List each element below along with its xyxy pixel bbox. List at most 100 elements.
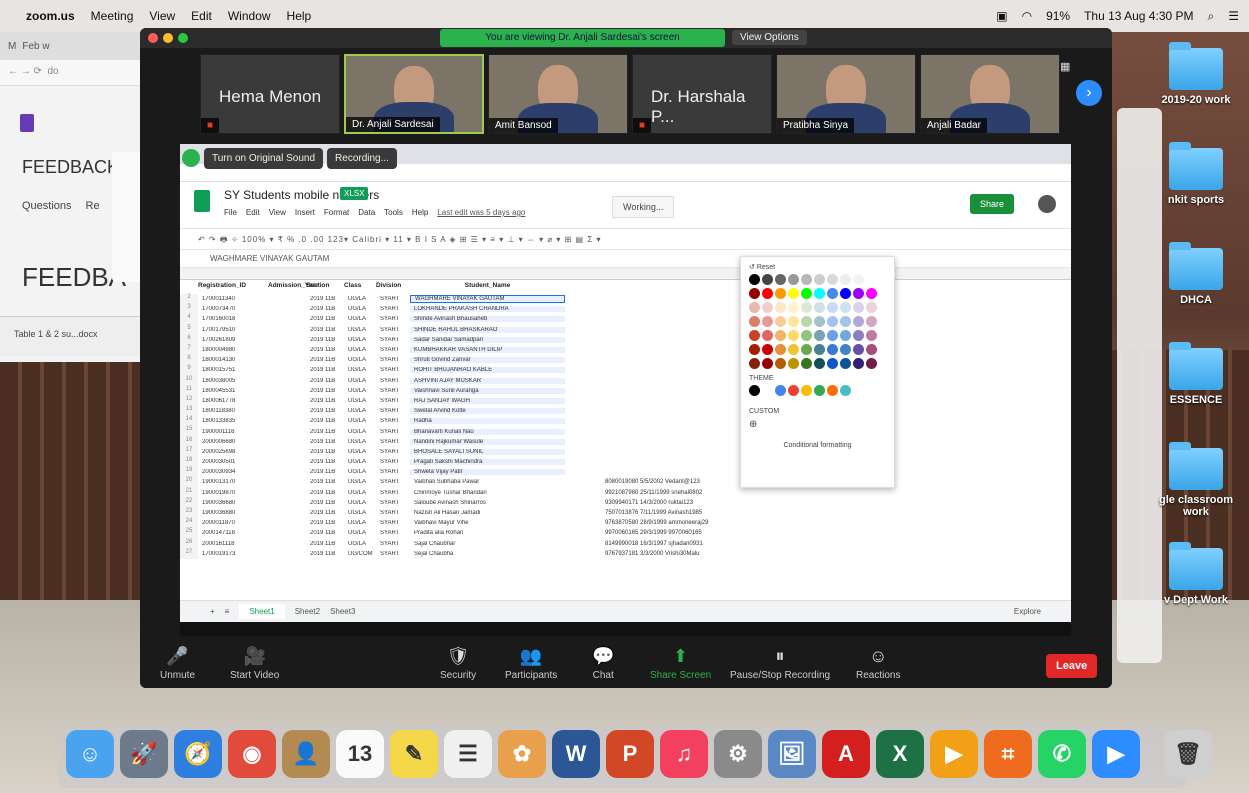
table-cell[interactable]: 2019 11B <box>306 479 344 485</box>
row-number[interactable]: 23 <box>180 507 198 519</box>
table-cell[interactable]: Swetal Arvind Kolte <box>410 408 565 415</box>
preview-icon[interactable]: 🖼 <box>768 730 816 778</box>
leave-button[interactable]: Leave <box>1046 654 1098 678</box>
table-cell[interactable]: SYART <box>376 337 410 343</box>
excel-icon[interactable]: X <box>876 730 924 778</box>
table-cell[interactable]: 2019 11B <box>306 551 344 557</box>
table-cell[interactable]: 2000147118 <box>198 530 306 536</box>
color-swatch[interactable] <box>840 358 851 369</box>
color-swatch[interactable] <box>762 302 773 313</box>
download-bar[interactable]: Table 1 & 2 su...docx <box>0 316 160 356</box>
participant-tile[interactable]: Amit Bansod <box>488 54 628 134</box>
table-cell[interactable]: 2019 11B <box>306 418 344 424</box>
theme-swatch[interactable] <box>801 385 812 396</box>
color-swatch[interactable] <box>840 316 851 327</box>
table-cell-extra[interactable]: 8149990018 16/3/1997 sjhadan0931 <box>565 541 703 547</box>
color-swatch[interactable] <box>827 330 838 341</box>
color-swatch[interactable] <box>840 302 851 313</box>
color-swatch[interactable] <box>749 302 760 313</box>
row-number[interactable]: 24 <box>180 518 198 529</box>
table-cell[interactable]: 2019 11B <box>306 520 344 526</box>
table-cell[interactable]: 2019 11B <box>306 500 344 506</box>
color-swatch[interactable] <box>827 344 838 355</box>
table-cell[interactable]: 2019 11B <box>306 347 344 353</box>
table-cell[interactable]: Vaishnavi Sunil Auranga <box>410 387 565 394</box>
theme-swatch[interactable] <box>814 385 825 396</box>
questions-tab[interactable]: Questions <box>22 200 72 212</box>
color-swatch[interactable] <box>827 302 838 313</box>
color-swatch[interactable] <box>853 302 864 313</box>
table-cell[interactable]: UG/LA <box>344 520 376 526</box>
color-swatch[interactable] <box>801 274 812 285</box>
table-cell[interactable]: UG/LA <box>344 418 376 424</box>
row-number[interactable]: 25 <box>180 528 198 539</box>
table-cell[interactable]: SYART <box>376 510 410 516</box>
table-cell[interactable]: UG/LA <box>344 439 376 445</box>
add-custom-icon[interactable]: ⊕ <box>749 419 886 430</box>
table-cell-extra[interactable]: 9767937181 3/3/2000 Vrishi30Malu <box>565 551 700 557</box>
color-swatch[interactable] <box>775 302 786 313</box>
color-swatch[interactable] <box>814 288 825 299</box>
menu-window[interactable]: Window <box>228 9 271 23</box>
table-cell[interactable]: 1800045531 <box>198 388 306 394</box>
table-cell[interactable]: SYART <box>376 541 410 547</box>
theme-swatch[interactable] <box>762 385 773 396</box>
color-swatch[interactable] <box>866 316 877 327</box>
sheet-tab-3[interactable]: Sheet3 <box>330 607 355 616</box>
acrobat-icon[interactable]: A <box>822 730 870 778</box>
menu-app-name[interactable]: zoom.us <box>26 9 75 23</box>
table-cell-extra[interactable]: 9309940171 14/3/2000 ruktai123 <box>565 500 693 506</box>
close-button[interactable] <box>148 33 158 43</box>
color-swatch[interactable] <box>762 330 773 341</box>
participant-tile[interactable]: Pratibha Sinya <box>776 54 916 134</box>
table-cell[interactable]: UG/LA <box>344 337 376 343</box>
zoom-control-reactions[interactable]: ☺ Reactions <box>856 646 900 681</box>
launchpad-icon[interactable]: 🚀 <box>120 730 168 778</box>
color-swatch[interactable] <box>775 330 786 341</box>
table-cell[interactable]: SHINDE RAHUL BHASKARAO <box>410 326 565 333</box>
chrome-icon[interactable]: ◉ <box>228 730 276 778</box>
row-number[interactable]: 9 <box>180 365 198 376</box>
row-number[interactable]: 20 <box>180 477 198 488</box>
desktop-folder[interactable]: v Dept Work <box>1146 542 1246 606</box>
table-cell[interactable]: SYART <box>376 347 410 353</box>
color-swatch[interactable] <box>866 288 877 299</box>
menu-data[interactable]: Data <box>358 208 375 217</box>
table-cell[interactable]: SYART <box>376 418 410 424</box>
color-swatch[interactable] <box>827 274 838 285</box>
table-cell[interactable]: 2000011870 <box>198 520 306 526</box>
color-swatch[interactable] <box>749 288 760 299</box>
color-swatch[interactable] <box>827 358 838 369</box>
table-cell[interactable]: Sajal Chaubhar <box>410 541 565 547</box>
color-swatch[interactable] <box>775 288 786 299</box>
table-cell[interactable]: SYART <box>376 479 410 485</box>
trash-icon[interactable]: 🗑 <box>1164 730 1212 778</box>
table-cell[interactable]: UG/LA <box>344 429 376 435</box>
row-number[interactable]: 4 <box>180 314 198 325</box>
color-swatch[interactable] <box>866 358 877 369</box>
table-cell[interactable]: Radha <box>410 418 565 425</box>
table-cell[interactable]: 2000161118 <box>198 541 306 547</box>
table-cell[interactable]: 2019 11B <box>306 367 344 373</box>
desktop-folder[interactable]: ESSENCE <box>1146 342 1246 406</box>
table-cell[interactable]: UG/LA <box>344 541 376 547</box>
browser-tab[interactable]: Feb w <box>22 41 49 52</box>
table-cell[interactable]: 2019 11B <box>306 449 344 455</box>
row-number[interactable]: 6 <box>180 334 198 345</box>
avatar[interactable] <box>1038 195 1056 213</box>
table-cell-extra[interactable]: 8080019080 5/5/2002 Vedant@123 <box>565 479 700 485</box>
color-swatch[interactable] <box>775 344 786 355</box>
menu-help[interactable]: Help <box>287 9 312 23</box>
table-cell[interactable]: 2019 11B <box>306 337 344 343</box>
color-swatch[interactable] <box>749 274 760 285</box>
desktop-folder[interactable]: nkit sports <box>1146 142 1246 206</box>
table-cell[interactable]: LOKHANDE PRAKASH CHANDRA <box>410 306 565 313</box>
recording-indicator[interactable]: Recording... <box>327 147 397 169</box>
table-cell[interactable]: 1700160018 <box>198 316 306 322</box>
table-cell-extra[interactable]: 9921087980 25/11/1999 snehal0802 <box>565 490 702 496</box>
minimize-button[interactable] <box>163 33 173 43</box>
table-cell[interactable]: 2019 11B <box>306 429 344 435</box>
table-cell-extra[interactable]: 9970060165 29/3/1999 9970060165 <box>565 530 702 536</box>
color-swatch[interactable] <box>775 316 786 327</box>
color-swatch[interactable] <box>827 288 838 299</box>
